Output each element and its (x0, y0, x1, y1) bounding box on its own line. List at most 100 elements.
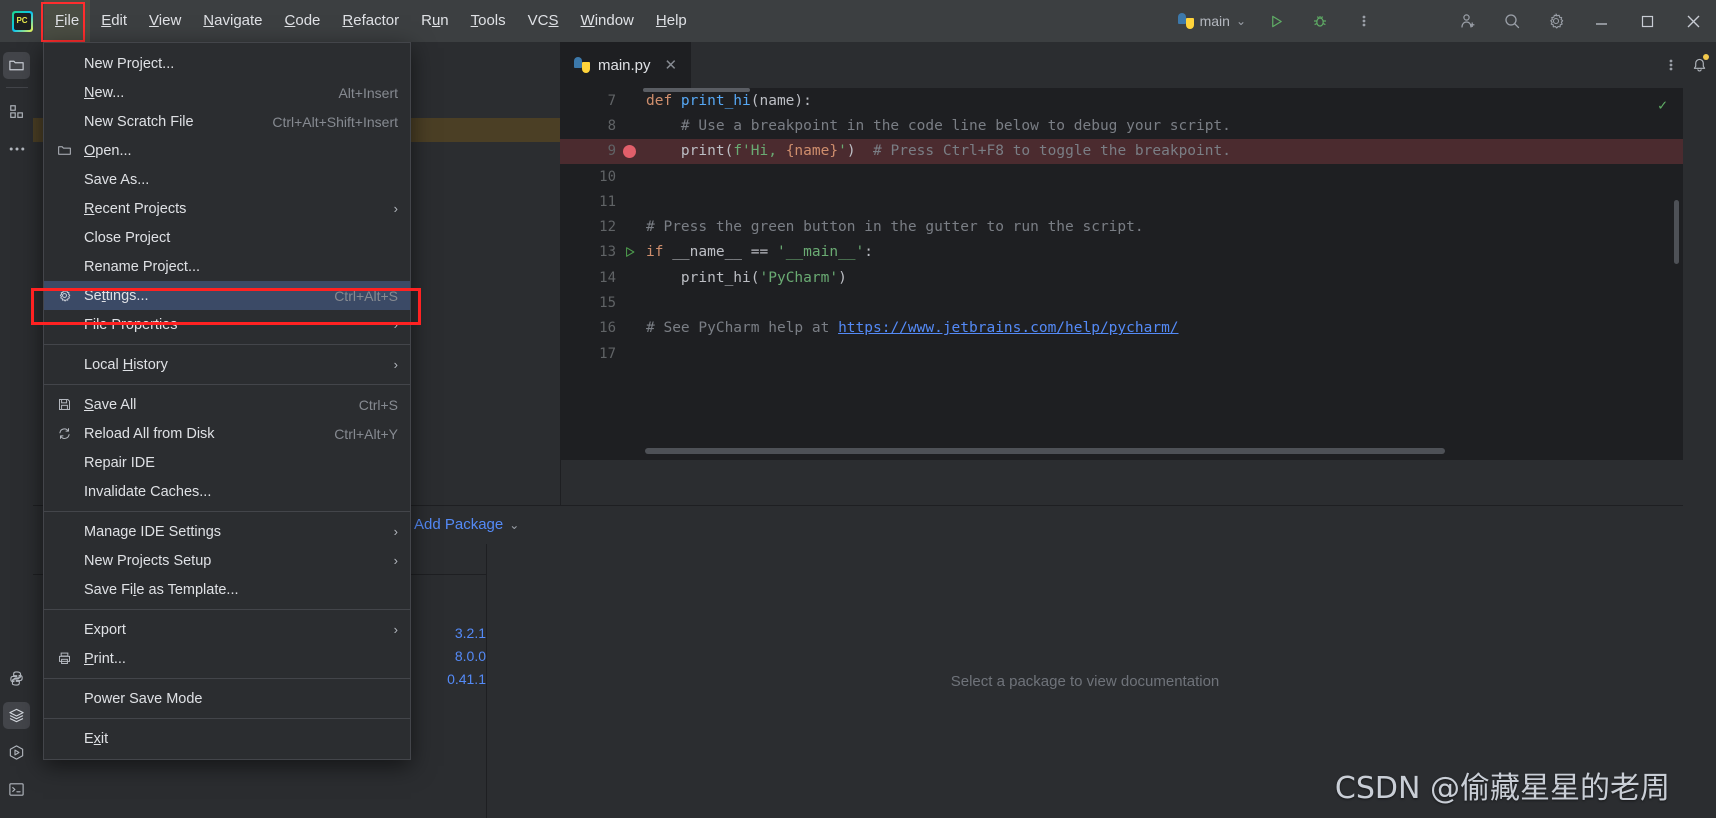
code-editor[interactable]: 7 def print_hi(name): 8 # Use a breakpoint… (560, 88, 1683, 460)
code-line: 16 # See PyCharm help at https://www.jetb… (560, 316, 1683, 341)
layers-icon (9, 708, 24, 723)
maximize-button[interactable] (1624, 0, 1670, 42)
menubar-item-view[interactable]: View (138, 0, 192, 42)
code-token: : (864, 244, 874, 261)
menubar-item-help[interactable]: Help (645, 0, 698, 42)
file-menu-item-save-as[interactable]: Save As... (44, 165, 410, 194)
debug-bug-icon (1314, 16, 1326, 27)
code-line: 13 if __name__ == '__main__': (560, 240, 1683, 265)
menubar-item-code[interactable]: Code (274, 0, 332, 42)
file-menu-item-save-file-as-template[interactable]: Save File as Template... (44, 575, 410, 604)
account-button[interactable] (1446, 0, 1490, 42)
menu-item-label: Recent Projects (84, 200, 187, 217)
logo-text: PC (16, 16, 28, 25)
run-button[interactable] (1254, 0, 1298, 42)
menubar-item-file[interactable]: File (44, 0, 91, 42)
file-menu-item-invalidate-caches[interactable]: Invalidate Caches... (44, 477, 410, 506)
close-button[interactable] (1670, 0, 1716, 42)
run-configuration-selector[interactable]: main ⌄ (1170, 8, 1254, 34)
menu-separator (44, 678, 410, 679)
file-menu-item-exit[interactable]: Exit (44, 724, 410, 753)
file-menu-item-new[interactable]: New... Alt+Insert (44, 78, 410, 107)
sidebar-item-more[interactable] (3, 135, 30, 162)
sidebar-item-structure[interactable] (3, 98, 30, 125)
code-line: 9 print(f'Hi, {name}') # Press Ctrl+F8 t… (560, 138, 1683, 164)
code-line: 7 def print_hi(name): (560, 88, 1683, 113)
file-menu-popup[interactable]: New Project... New... Alt+Insert New Scratc… (43, 42, 411, 760)
minimize-button[interactable] (1578, 0, 1624, 42)
line-number: 12 (599, 219, 616, 236)
file-menu-item-open[interactable]: Open... (44, 136, 410, 165)
file-menu-item-settings[interactable]: Settings... Ctrl+Alt+S (44, 281, 410, 310)
file-menu-item-recent-projects[interactable]: Recent Projects › (44, 194, 410, 223)
sidebar-item-notifications[interactable] (1686, 52, 1713, 79)
menubar-item-window[interactable]: Window (570, 0, 645, 42)
file-menu-item-close-project[interactable]: Close Project (44, 223, 410, 252)
code-line: 17 (560, 341, 1683, 366)
breakpoint-icon[interactable] (616, 144, 643, 158)
menubar-item-vcs[interactable]: VCS (517, 0, 570, 42)
search-icon (1505, 14, 1520, 29)
line-number: 7 (607, 92, 616, 109)
run-triangle-icon[interactable] (616, 246, 643, 258)
code-hyperlink[interactable]: https://www.jetbrains.com/help/pycharm/ (838, 320, 1178, 336)
close-icon[interactable]: ✕ (665, 56, 678, 74)
file-menu-item-reload-all-from-disk[interactable]: Reload All from Disk Ctrl+Alt+Y (44, 419, 410, 448)
menubar-item-navigate[interactable]: Navigate (192, 0, 273, 42)
save-disk-icon (44, 397, 84, 412)
menubar-item-run[interactable]: Run (410, 0, 460, 42)
debug-button[interactable] (1298, 0, 1342, 42)
file-menu-item-power-save-mode[interactable]: Power Save Mode (44, 684, 410, 713)
sidebar-item-terminal[interactable] (3, 776, 30, 803)
sidebar-item-python-console[interactable] (3, 665, 30, 692)
editor-tab-main-py[interactable]: main.py ✕ (560, 42, 692, 88)
minimize-icon (1595, 22, 1607, 25)
code-token: ) (838, 269, 847, 286)
right-tool-strip (1683, 42, 1716, 817)
package-version: 0.41.1 (447, 670, 486, 687)
more-vertical-icon (1669, 59, 1673, 71)
code-token: # Use a breakpoint in the code line belo… (646, 117, 1231, 134)
file-menu-item-file-properties[interactable]: File Properties › (44, 310, 410, 339)
menu-item-label: Power Save Mode (84, 690, 203, 707)
python-file-icon (574, 57, 590, 73)
editor-horizontal-scrollbar[interactable] (645, 448, 1445, 454)
menu-item-label: Manage IDE Settings (84, 523, 222, 540)
checkmark-ok-icon[interactable]: ✓ (1658, 96, 1667, 114)
menubar-item-tools[interactable]: Tools (460, 0, 517, 42)
file-menu-item-rename-project[interactable]: Rename Project... (44, 252, 410, 281)
line-number: 11 (599, 193, 616, 210)
add-package-button[interactable]: Add Package ⌄ (414, 516, 519, 533)
menubar-item-edit[interactable]: Edit (90, 0, 138, 42)
editor-tab-actions[interactable] (1669, 42, 1673, 88)
file-menu-item-manage-ide-settings[interactable]: Manage IDE Settings › (44, 517, 410, 546)
refresh-icon (44, 426, 84, 441)
more-actions-button[interactable] (1342, 0, 1386, 42)
chevron-right-icon: › (393, 357, 398, 372)
file-menu-item-export[interactable]: Export › (44, 615, 410, 644)
code-token: print( (646, 143, 734, 160)
code-token: '__main__' (776, 244, 865, 261)
code-token: f'Hi, (733, 143, 786, 160)
sidebar-item-project[interactable] (3, 52, 30, 79)
sidebar-item-services[interactable] (3, 739, 30, 766)
structure-icon (9, 104, 23, 118)
menu-item-shortcut: Alt+Insert (338, 84, 398, 101)
chevron-down-icon: ⌄ (509, 517, 520, 532)
file-menu-item-new-project[interactable]: New Project... (44, 49, 410, 78)
line-number: 15 (599, 295, 616, 312)
menubar-item-refactor[interactable]: Refactor (331, 0, 410, 42)
run-triangle-icon (1271, 15, 1282, 27)
file-menu-item-local-history[interactable]: Local History › (44, 350, 410, 379)
sidebar-item-python-packages[interactable] (3, 702, 30, 729)
file-menu-item-new-scratch-file[interactable]: New Scratch File Ctrl+Alt+Shift+Insert (44, 107, 410, 136)
menu-item-shortcut: Ctrl+Alt+Y (334, 425, 398, 442)
search-everywhere-button[interactable] (1490, 0, 1534, 42)
settings-button[interactable] (1534, 0, 1578, 42)
file-menu-item-save-all[interactable]: Save All Ctrl+S (44, 390, 410, 419)
code-line: 11 (560, 189, 1683, 214)
file-menu-item-print[interactable]: Print... (44, 644, 410, 673)
file-menu-item-new-projects-setup[interactable]: New Projects Setup › (44, 546, 410, 575)
editor-vertical-scrollbar[interactable] (1674, 200, 1679, 264)
file-menu-item-repair-ide[interactable]: Repair IDE (44, 448, 410, 477)
